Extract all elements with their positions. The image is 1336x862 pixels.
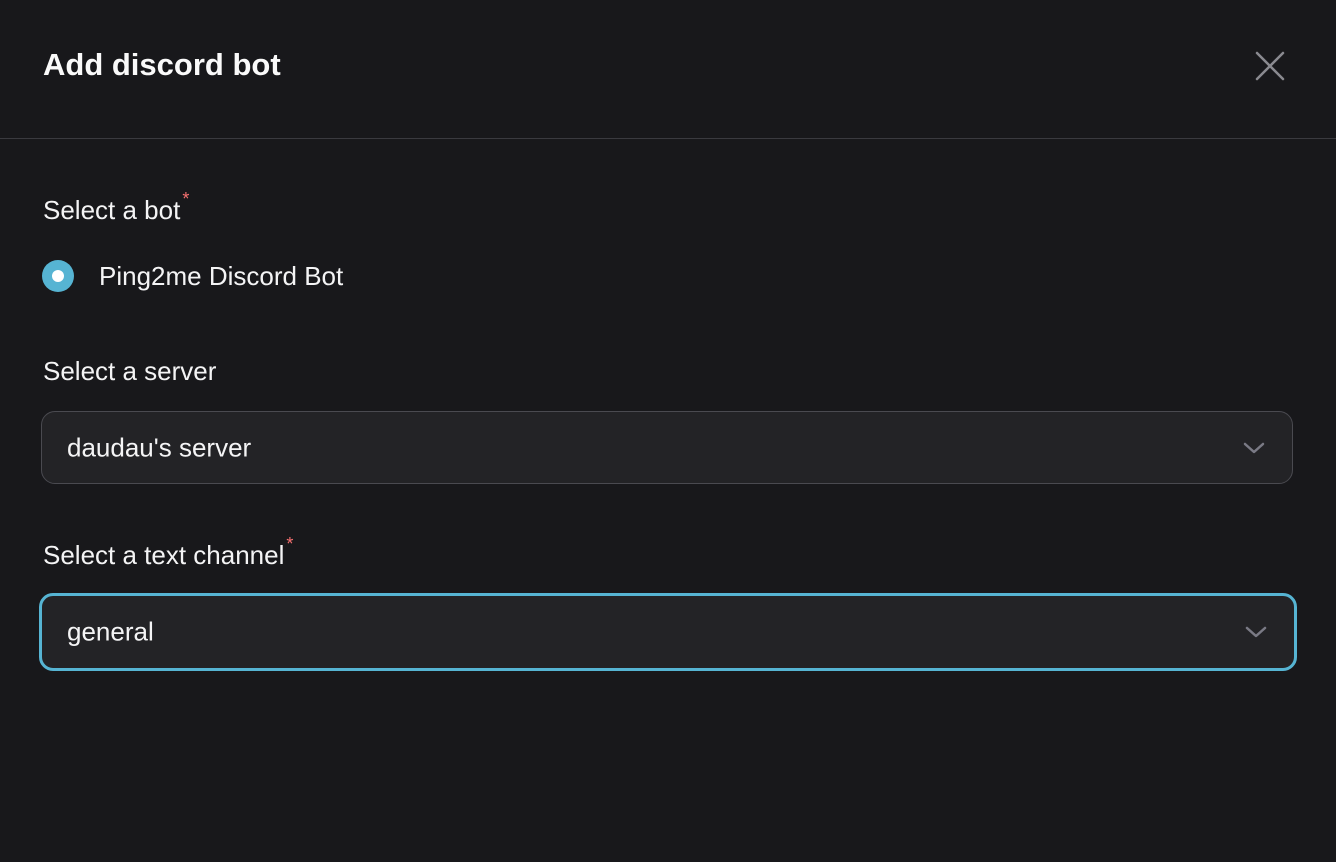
close-icon [1255, 51, 1285, 81]
required-mark: * [286, 534, 294, 554]
radio-dot [52, 270, 64, 282]
dialog-title: Add discord bot [43, 47, 281, 82]
required-mark: * [182, 189, 190, 209]
server-select[interactable]: daudau's server [41, 411, 1293, 484]
radio-button[interactable] [42, 260, 74, 292]
channel-label: Select a text channel * [43, 534, 293, 571]
server-label: Select a server [43, 356, 217, 386]
close-button[interactable] [1252, 48, 1288, 84]
radio-option-ping2me-bot[interactable]: Ping2me Discord Bot [42, 260, 343, 292]
chevron-down-icon [1245, 626, 1267, 638]
bot-label: Select a bot * [43, 189, 189, 226]
channel-select[interactable]: general [39, 593, 1297, 671]
dialog-header: Add discord bot [0, 0, 1336, 139]
channel-select-value: general [67, 616, 154, 647]
radio-label: Ping2me Discord Bot [99, 260, 344, 291]
chevron-down-icon [1243, 442, 1265, 453]
channel-label-text: Select a text channel [43, 540, 285, 570]
bot-label-text: Select a bot [43, 195, 181, 225]
server-select-value: daudau's server [67, 432, 252, 462]
